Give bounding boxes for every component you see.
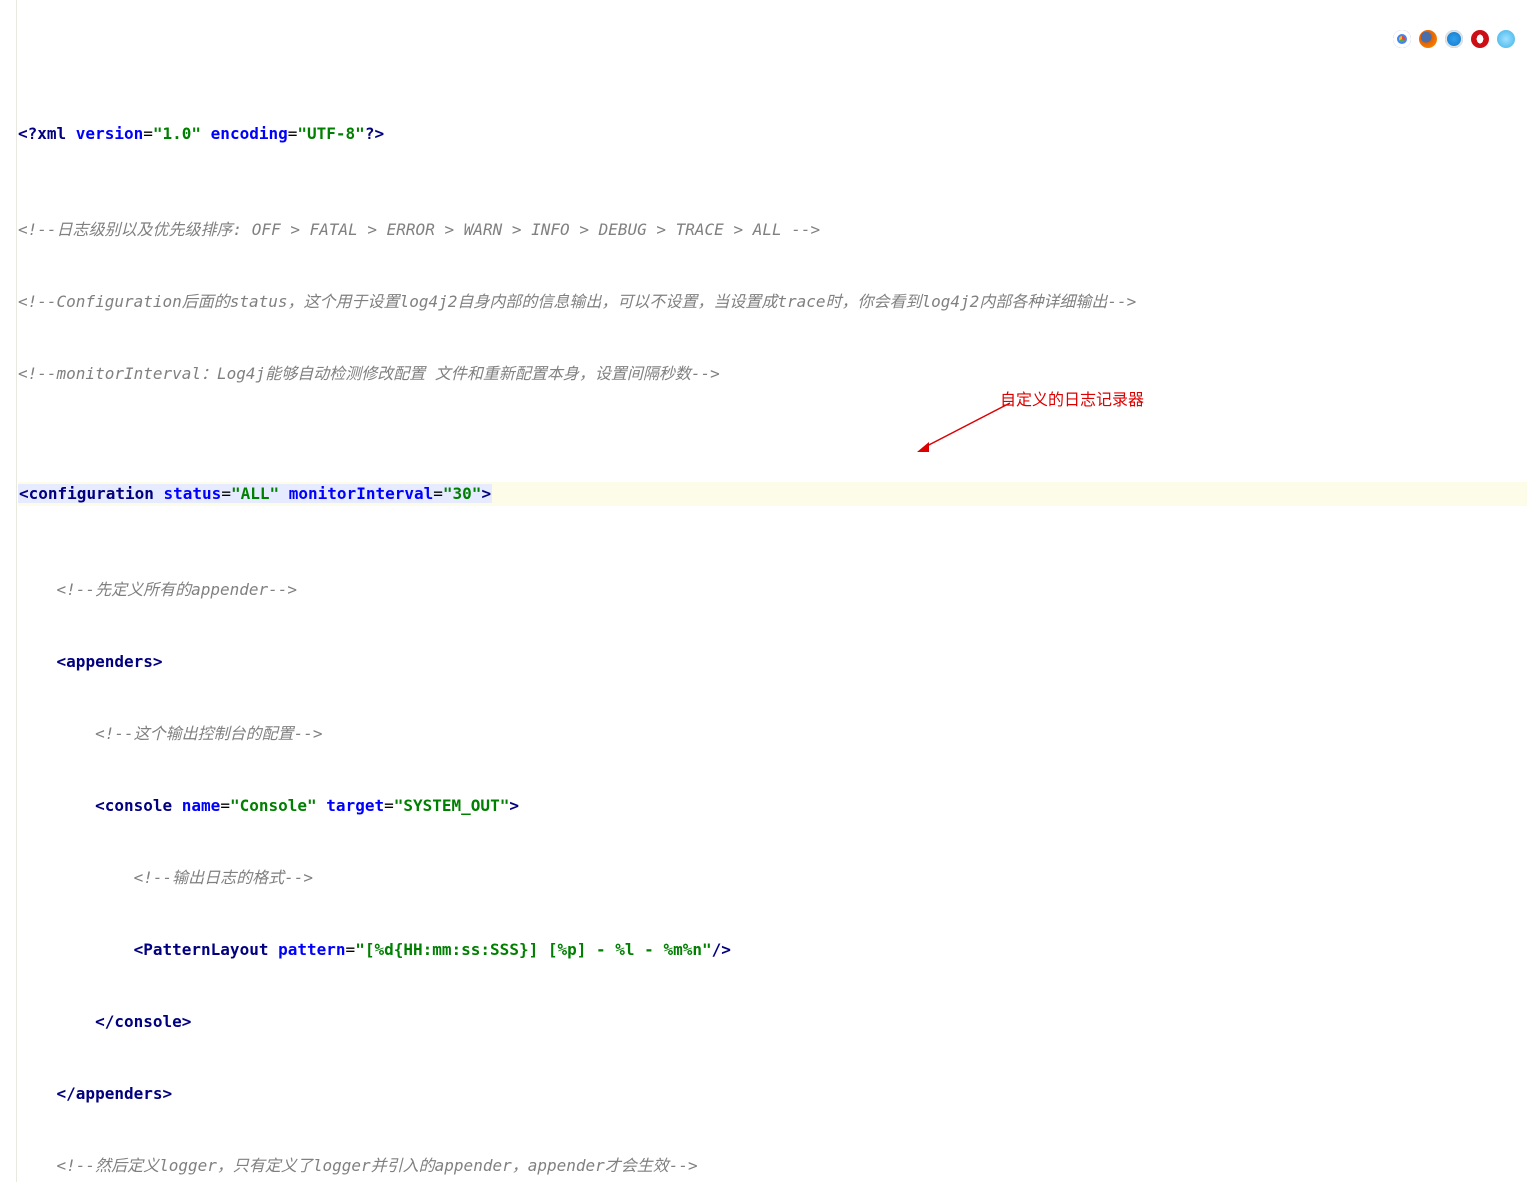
code-line: <!--monitorInterval：Log4j能够自动检测修改配置 文件和重…	[18, 362, 1527, 386]
code-line: </appenders>	[18, 1082, 1527, 1106]
firefox-icon	[1419, 30, 1437, 48]
safari-icon	[1445, 30, 1463, 48]
code-line: <!--先定义所有的appender-->	[18, 578, 1527, 602]
code-line: </console>	[18, 1010, 1527, 1034]
code-line: <console name="Console" target="SYSTEM_O…	[18, 794, 1527, 818]
browser-icons-bar	[1393, 30, 1515, 48]
code-line: <!--这个输出控制台的配置-->	[18, 722, 1527, 746]
code-editor[interactable]: 💡 <?xml version="1.0" encoding="UTF-8"?>…	[0, 0, 1527, 1182]
annotation-label: 自定义的日志记录器	[1000, 389, 1144, 413]
code-line: <!--日志级别以及优先级排序: OFF > FATAL > ERROR > W…	[18, 218, 1527, 242]
xml-decl: <?	[18, 124, 37, 143]
code-line: <!--然后定义logger，只有定义了logger并引入的appender，a…	[18, 1154, 1527, 1178]
ie-icon	[1497, 30, 1515, 48]
opera-icon	[1471, 30, 1489, 48]
chrome-icon	[1393, 30, 1411, 48]
code-line: <!--输出日志的格式-->	[18, 866, 1527, 890]
code-line: <configuration status="ALL" monitorInter…	[18, 482, 1527, 506]
gutter: 💡	[0, 0, 17, 1182]
code-line: <appenders>	[18, 650, 1527, 674]
code-line: <?xml version="1.0" encoding="UTF-8"?>	[18, 122, 1527, 146]
code-line: <PatternLayout pattern="[%d{HH:mm:ss:SSS…	[18, 938, 1527, 962]
code-line: <!--Configuration后面的status，这个用于设置log4j2自…	[18, 290, 1527, 314]
